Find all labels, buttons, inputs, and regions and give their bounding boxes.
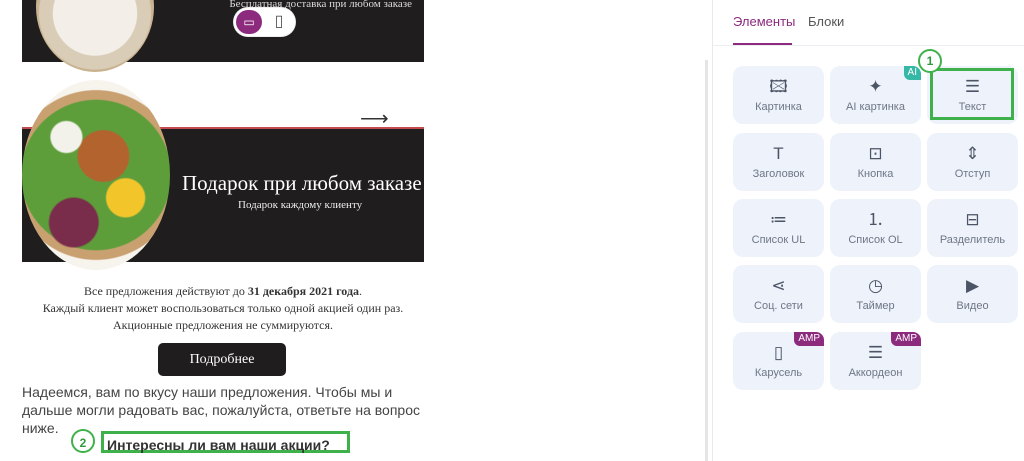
heading-icon: T bbox=[773, 144, 784, 163]
tile-heading[interactable]: T Заголовок bbox=[733, 133, 824, 191]
list-ol-icon: ⒈ bbox=[867, 210, 884, 229]
step-marker-1: 1 bbox=[918, 49, 942, 73]
spacer-icon: ⇕ bbox=[965, 144, 980, 163]
tile-clock[interactable]: ◷ Таймер bbox=[830, 265, 921, 323]
list-ul-icon: ≔ bbox=[770, 210, 787, 229]
share-icon: ⋖ bbox=[771, 276, 786, 295]
amp-badge: AMP bbox=[794, 332, 824, 346]
tab-elements[interactable]: Элементы bbox=[733, 14, 795, 29]
video-icon: ▶ bbox=[965, 276, 980, 295]
tile-button[interactable]: ⊡ Кнопка bbox=[830, 133, 921, 191]
text-tile-highlight bbox=[930, 68, 1014, 120]
info-line-3: Акционные предложения не суммируются. bbox=[112, 318, 334, 332]
info-line-1: Все предложения действуют до 31 декабря … bbox=[83, 284, 363, 298]
tile-label: Картинка bbox=[755, 101, 802, 113]
tile-list-ol[interactable]: ⒈ Список OL bbox=[830, 199, 921, 257]
tile-carousel[interactable]: ▯ Карусель AMP bbox=[733, 332, 824, 390]
tile-image[interactable]: 🖾 Картинка bbox=[733, 66, 824, 124]
image-icon: 🖾 bbox=[769, 77, 788, 96]
tile-label: Таймер bbox=[856, 300, 895, 312]
info-date: 31 декабря 2021 года bbox=[247, 284, 360, 298]
email-canvas: Бесплатная доставка при любом заказе ▭ ▯… bbox=[0, 0, 706, 461]
step-marker-2: 2 bbox=[71, 429, 95, 453]
tile-ai-image[interactable]: ✦ AI картинка AI bbox=[830, 66, 921, 124]
tile-label: Отступ bbox=[954, 168, 991, 180]
amp-badge: AMP bbox=[891, 332, 921, 346]
banner-title: Подарок при любом заказе bbox=[182, 171, 422, 195]
tile-list-ul[interactable]: ≔ Список UL bbox=[733, 199, 824, 257]
tabs-divider bbox=[713, 45, 1024, 46]
tile-spacer[interactable]: ⇕ Отступ bbox=[927, 133, 1018, 191]
tile-accordion[interactable]: ☰ Аккордеон AMP bbox=[830, 332, 921, 390]
tile-label: Карусель bbox=[754, 367, 803, 379]
ai-badge: AI bbox=[903, 66, 921, 80]
info-line-2: Каждый клиент может воспользоваться толь… bbox=[42, 301, 404, 315]
tile-label: Соц. сети bbox=[754, 300, 803, 312]
button-icon: ⊡ bbox=[868, 144, 883, 163]
tab-blocks[interactable]: Блоки bbox=[808, 14, 844, 29]
tile-label: Видео bbox=[956, 300, 989, 312]
tile-label: Список OL bbox=[848, 234, 903, 246]
clock-icon: ◷ bbox=[868, 276, 883, 295]
question-text[interactable]: Интересны ли вам наши акции? bbox=[101, 431, 350, 453]
banner-subtitle: Подарок каждому клиенту bbox=[238, 199, 363, 211]
more-button[interactable]: Подробнее bbox=[158, 343, 286, 376]
device-toggle[interactable]: ▭ ▯ bbox=[234, 8, 295, 36]
tile-label: AI картинка bbox=[846, 101, 905, 113]
tile-divider[interactable]: ⊟ Разделитель bbox=[927, 199, 1018, 257]
tile-share[interactable]: ⋖ Соц. сети bbox=[733, 265, 824, 323]
tile-label: Кнопка bbox=[857, 168, 894, 180]
divider-icon: ⊟ bbox=[965, 210, 980, 229]
tile-label: Аккордеон bbox=[848, 367, 903, 379]
tile-label: Заголовок bbox=[752, 168, 805, 180]
tile-video[interactable]: ▶ Видео bbox=[927, 265, 1018, 323]
phone-icon[interactable]: ▯ bbox=[269, 10, 289, 34]
tile-label: Разделитель bbox=[939, 234, 1006, 246]
offer-info-text[interactable]: Все предложения действуют до 31 декабря … bbox=[22, 283, 424, 334]
salad-image bbox=[22, 80, 170, 270]
tile-label: Список UL bbox=[751, 234, 806, 246]
canvas-scrollbar[interactable] bbox=[705, 60, 708, 461]
monitor-icon[interactable]: ▭ bbox=[236, 10, 262, 34]
